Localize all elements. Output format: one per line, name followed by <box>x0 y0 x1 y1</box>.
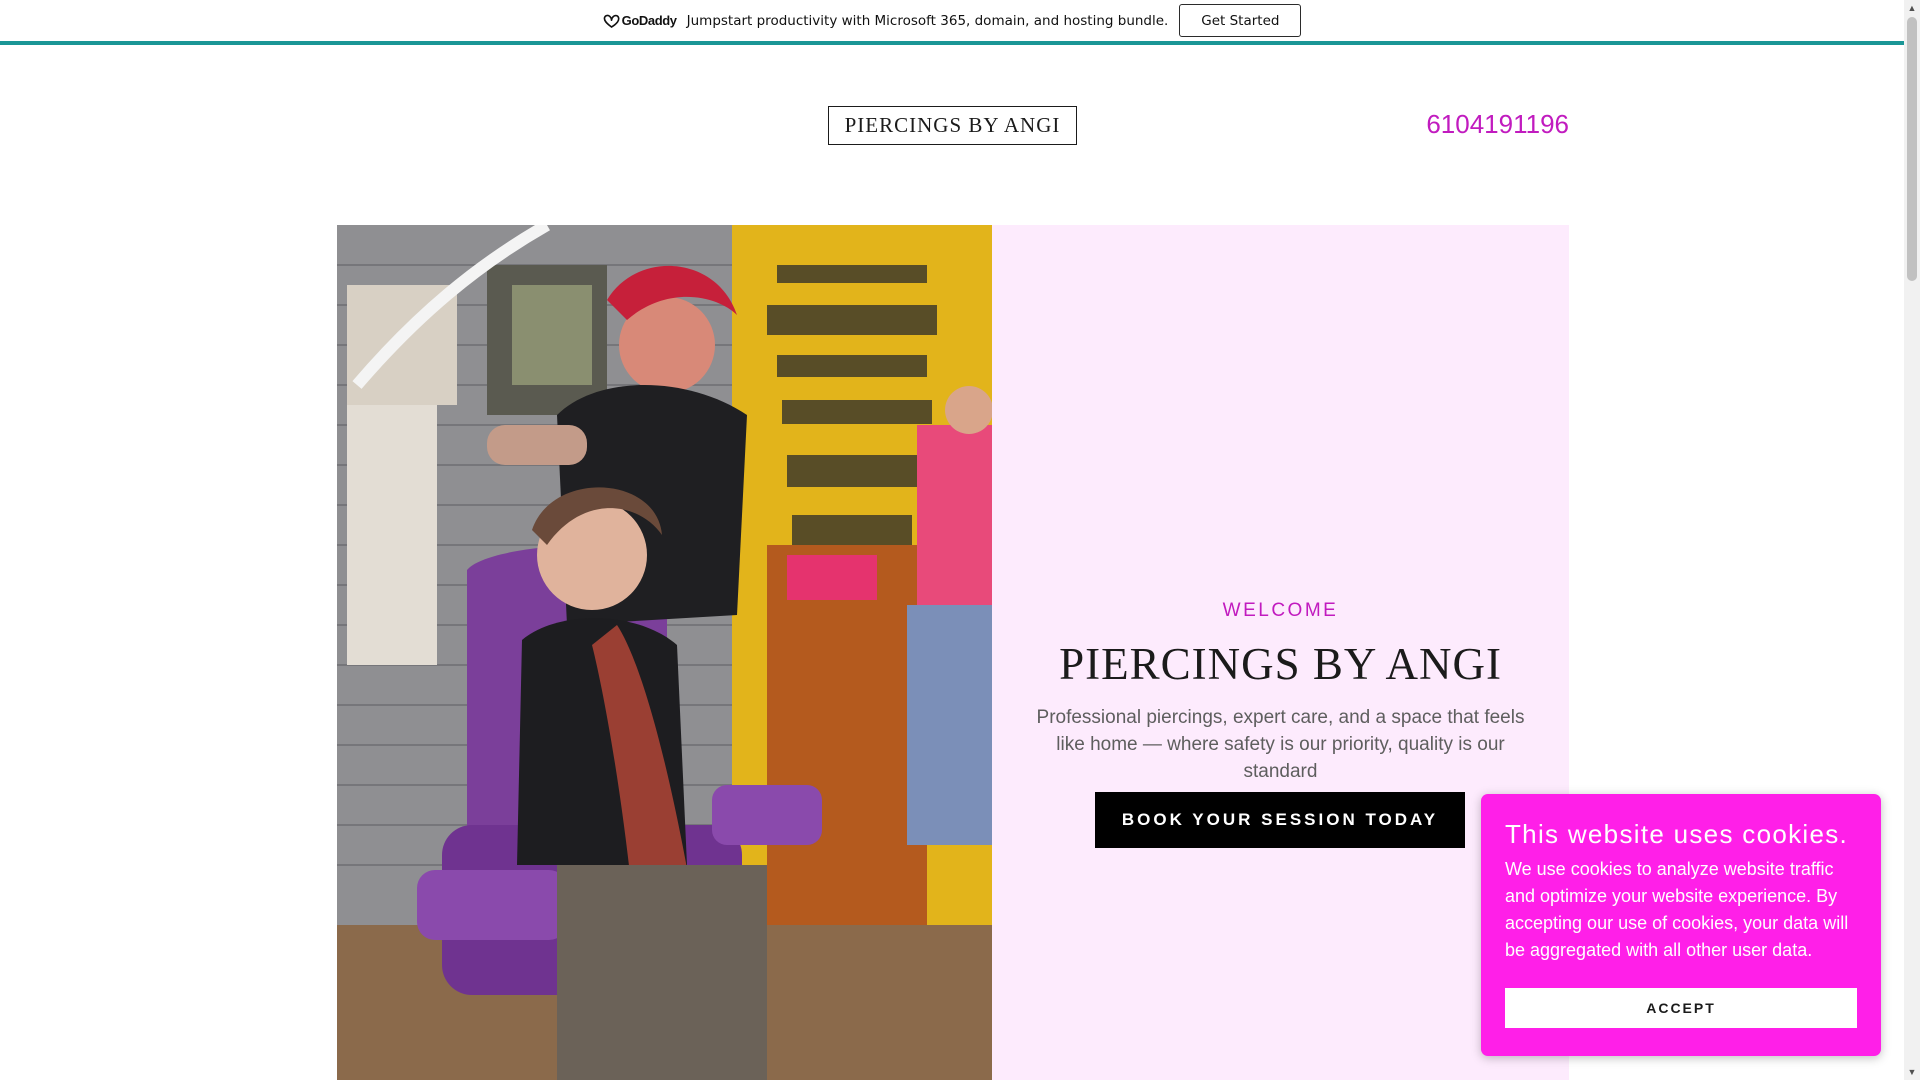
cookie-consent-popup: This website uses cookies. We use cookie… <box>1481 794 1881 1056</box>
hero-photo-illustration <box>337 225 992 1080</box>
page-scrollbar[interactable]: ▲ ▼ <box>1904 0 1920 1080</box>
scroll-up-arrow-icon[interactable]: ▲ <box>1904 0 1920 16</box>
page-viewport: GoDaddy Jumpstart productivity with Micr… <box>0 0 1920 1080</box>
welcome-eyebrow: WELCOME <box>1222 600 1339 621</box>
get-started-button[interactable]: Get Started <box>1179 4 1302 37</box>
book-session-button[interactable]: BOOK YOUR SESSION TODAY <box>1095 792 1465 848</box>
cookie-accept-button[interactable]: ACCEPT <box>1505 988 1857 1028</box>
hero-photo <box>337 225 992 1080</box>
hero-title: PIERCINGS BY ANGI <box>1059 639 1502 689</box>
godaddy-logo[interactable]: GoDaddy <box>603 13 677 28</box>
cookie-title: This website uses cookies. <box>1505 819 1849 849</box>
promo-bar: GoDaddy Jumpstart productivity with Micr… <box>0 0 1904 45</box>
scroll-down-arrow-icon[interactable]: ▼ <box>1904 1064 1920 1080</box>
cookie-body-text: We use cookies to analyze website traffi… <box>1505 859 1849 960</box>
godaddy-logo-text: GoDaddy <box>621 13 677 28</box>
phone-link[interactable]: 6104191196 <box>1426 109 1569 140</box>
hero-subtitle: Professional piercings, expert care, and… <box>1036 707 1525 782</box>
promo-message: Jumpstart productivity with Microsoft 36… <box>686 12 1169 29</box>
scrollbar-thumb[interactable] <box>1907 17 1917 281</box>
promo-content: GoDaddy Jumpstart productivity with Micr… <box>603 4 1302 37</box>
godaddy-heart-icon <box>603 14 620 28</box>
site-logo[interactable]: PIERCINGS BY ANGI <box>828 106 1077 145</box>
